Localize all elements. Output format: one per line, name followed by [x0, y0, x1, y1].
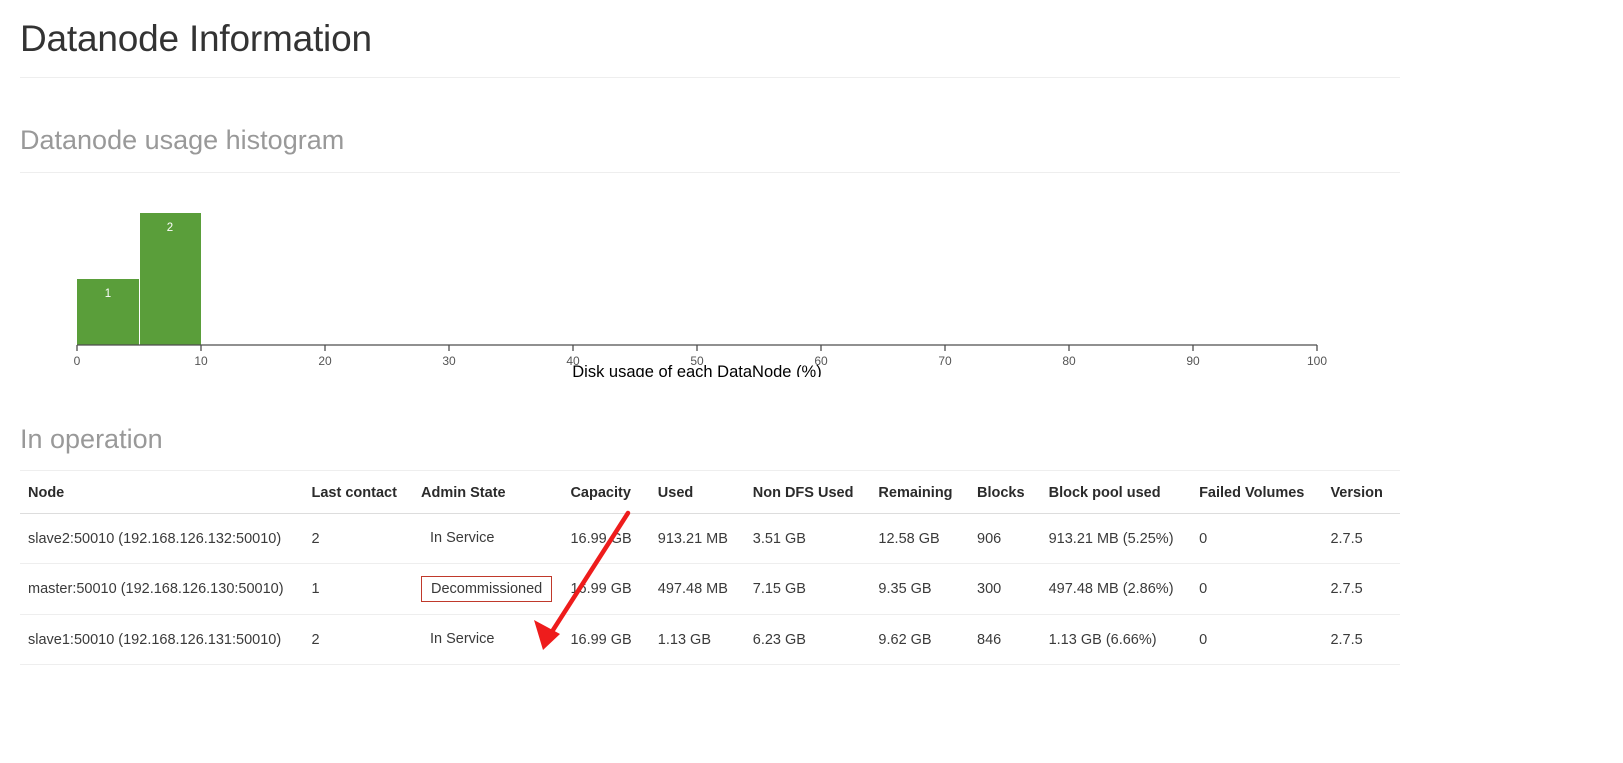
cell-block-pool-used: 1.13 GB (6.66%): [1040, 614, 1192, 665]
in-operation-heading: In operation: [20, 423, 163, 454]
cell-node[interactable]: slave1:50010 (192.168.126.131:50010): [20, 614, 304, 665]
cell-used: 1.13 GB: [649, 614, 745, 665]
cell-blocks: 906: [969, 513, 1041, 564]
datanode-usage-histogram: 1 2 0 10 20 30 40 50 60 70 80 90 100 Disk usage of…: [20, 177, 1400, 377]
cell-last-contact: 2: [303, 614, 413, 665]
x-axis-tick-label: 90: [1186, 354, 1200, 368]
column-header-failed-volumes[interactable]: Failed Volumes: [1191, 473, 1323, 515]
cell-failed-volumes: 0: [1191, 614, 1323, 665]
cell-last-contact: 2: [303, 513, 413, 564]
cell-remaining: 9.62 GB: [870, 614, 970, 665]
column-header-node[interactable]: Node: [20, 473, 304, 515]
cell-block-pool-used: 497.48 MB (2.86%): [1040, 563, 1192, 616]
x-axis-tick-label: 80: [1062, 354, 1076, 368]
table-header-row: Node Last contact Admin State Capacity U…: [20, 473, 1400, 515]
cell-blocks: 846: [969, 614, 1041, 665]
histogram-svg: 1 2 0 10 20 30 40 50 60 70 80 90 100 Disk usage of…: [74, 212, 1327, 377]
cell-non-dfs-used: 3.51 GB: [744, 513, 871, 564]
cell-capacity: 16.99 GB: [562, 563, 650, 616]
cell-node[interactable]: slave2:50010 (192.168.126.132:50010): [20, 513, 304, 564]
cell-node[interactable]: master:50010 (192.168.126.130:50010): [20, 563, 304, 616]
cell-block-pool-used: 913.21 MB (5.25%): [1040, 513, 1192, 564]
table-head: Node Last contact Admin State Capacity U…: [20, 473, 1400, 515]
cell-capacity: 16.99 GB: [562, 614, 650, 665]
admin-state-highlighted: Decommissioned: [421, 575, 553, 603]
in-operation-divider: [20, 470, 1400, 472]
cell-remaining: 12.58 GB: [870, 513, 970, 564]
table-row[interactable]: slave2:50010 (192.168.126.132:50010) 2 In …: [20, 513, 1400, 564]
column-header-capacity[interactable]: Capacity: [562, 473, 650, 515]
column-header-blocks[interactable]: Blocks: [969, 473, 1041, 515]
cell-used: 497.48 MB: [649, 563, 745, 616]
histogram-bar-label: 2: [167, 222, 173, 234]
cell-admin-state: In Service: [413, 614, 563, 665]
page-right-gutter: [1400, 0, 1623, 763]
column-header-last-contact[interactable]: Last contact: [303, 473, 413, 515]
column-header-remaining[interactable]: Remaining: [870, 473, 970, 515]
column-header-admin-state[interactable]: Admin State: [413, 473, 563, 515]
cell-remaining: 9.35 GB: [870, 563, 970, 616]
column-header-used[interactable]: Used: [649, 473, 745, 515]
cell-failed-volumes: 0: [1191, 563, 1323, 616]
histogram-bars: 1 2: [77, 212, 201, 345]
cell-non-dfs-used: 7.15 GB: [744, 563, 871, 616]
cell-version: 2.7.5: [1322, 563, 1400, 616]
x-axis-tick-label: 30: [442, 354, 456, 368]
x-axis-tick-label: 70: [938, 354, 952, 368]
cell-used: 913.21 MB: [649, 513, 745, 564]
cell-capacity: 16.99 GB: [562, 513, 650, 564]
x-axis-tick-label: 20: [318, 354, 332, 368]
table-body: slave2:50010 (192.168.126.132:50010) 2 In …: [20, 513, 1400, 665]
page-title: Datanode Information: [20, 18, 372, 59]
datanode-information-page: Datanode Information Datanode usage hist…: [0, 0, 1623, 763]
table-row[interactable]: master:50010 (192.168.126.130:50010) 1 Dec…: [20, 563, 1400, 616]
histogram-section-heading: Datanode usage histogram: [20, 125, 345, 155]
cell-admin-state: In Service: [413, 513, 563, 564]
x-axis-tick-label: 100: [1307, 354, 1327, 368]
x-axis-tick-label: 0: [74, 354, 81, 368]
cell-last-contact: 1: [303, 563, 413, 616]
column-header-version[interactable]: Version: [1322, 473, 1400, 515]
table-row[interactable]: slave1:50010 (192.168.126.131:50010) 2 In …: [20, 614, 1400, 665]
cell-admin-state: Decommissioned: [413, 563, 563, 616]
cell-failed-volumes: 0: [1191, 513, 1323, 564]
x-axis-title: Disk usage of each DataNode (%): [572, 363, 821, 377]
admin-state-value: In Service: [430, 631, 495, 648]
histogram-divider: [20, 171, 1400, 173]
cell-non-dfs-used: 6.23 GB: [744, 614, 871, 665]
cell-blocks: 300: [969, 563, 1041, 616]
cell-version: 2.7.5: [1322, 614, 1400, 665]
histogram-bar-label: 1: [105, 288, 111, 300]
column-header-non-dfs-used[interactable]: Non DFS Used: [744, 473, 871, 515]
datanodes-table: Node Last contact Admin State Capacity U…: [20, 473, 1400, 665]
admin-state-value: In Service: [430, 530, 495, 547]
column-header-block-pool-used[interactable]: Block pool used: [1040, 473, 1192, 515]
cell-version: 2.7.5: [1322, 513, 1400, 564]
x-axis-tick-label: 10: [194, 354, 208, 368]
